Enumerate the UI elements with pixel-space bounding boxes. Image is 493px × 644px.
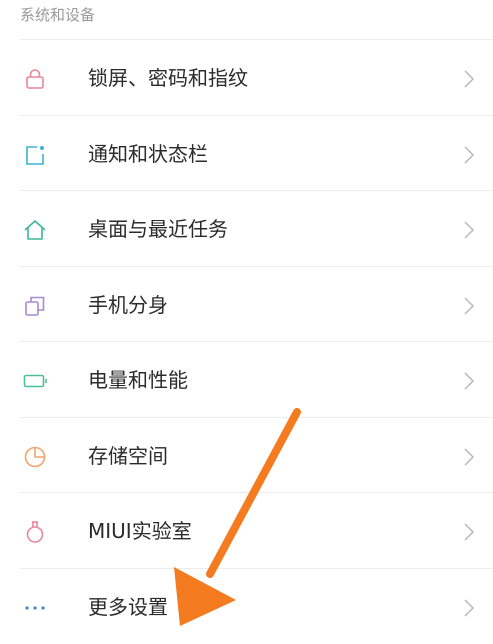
section-title: 系统和设备 [20,4,95,26]
settings-item-label: 通知和状态栏 [88,140,208,168]
settings-item-label: 存储空间 [88,442,168,470]
settings-item-dual-apps[interactable]: 手机分身 [0,267,493,343]
lab-flask-icon [22,519,48,545]
settings-item-label: 锁屏、密码和指纹 [88,64,248,92]
more-dots-icon [22,595,48,621]
notification-icon [22,142,48,168]
chevron-right-icon [462,219,476,241]
settings-item-label: 电量和性能 [88,366,188,394]
chevron-right-icon [462,68,476,90]
dual-apps-icon [22,293,48,319]
settings-item-miui-lab[interactable]: MIUI实验室 [0,493,493,569]
battery-icon [22,368,48,394]
chevron-right-icon [462,521,476,543]
settings-item-lock-screen[interactable]: 锁屏、密码和指纹 [0,40,493,116]
settings-item-battery[interactable]: 电量和性能 [0,342,493,418]
settings-item-more-settings[interactable]: 更多设置 [0,569,493,644]
settings-item-label: MIUI实验室 [88,517,192,545]
settings-item-label: 桌面与最近任务 [88,215,228,243]
settings-list: 锁屏、密码和指纹 通知和状态栏 桌面与最近任务 [0,40,493,644]
settings-item-label: 更多设置 [88,593,168,621]
chevron-right-icon [462,144,476,166]
settings-item-home-screen[interactable]: 桌面与最近任务 [0,191,493,267]
chevron-right-icon [462,370,476,392]
chevron-right-icon [462,446,476,468]
chevron-right-icon [462,597,476,619]
home-icon [22,217,48,243]
storage-icon [22,444,48,470]
chevron-right-icon [462,295,476,317]
lock-icon [22,66,48,92]
settings-item-label: 手机分身 [88,291,168,319]
settings-item-notifications[interactable]: 通知和状态栏 [0,116,493,192]
settings-item-storage[interactable]: 存储空间 [0,418,493,494]
